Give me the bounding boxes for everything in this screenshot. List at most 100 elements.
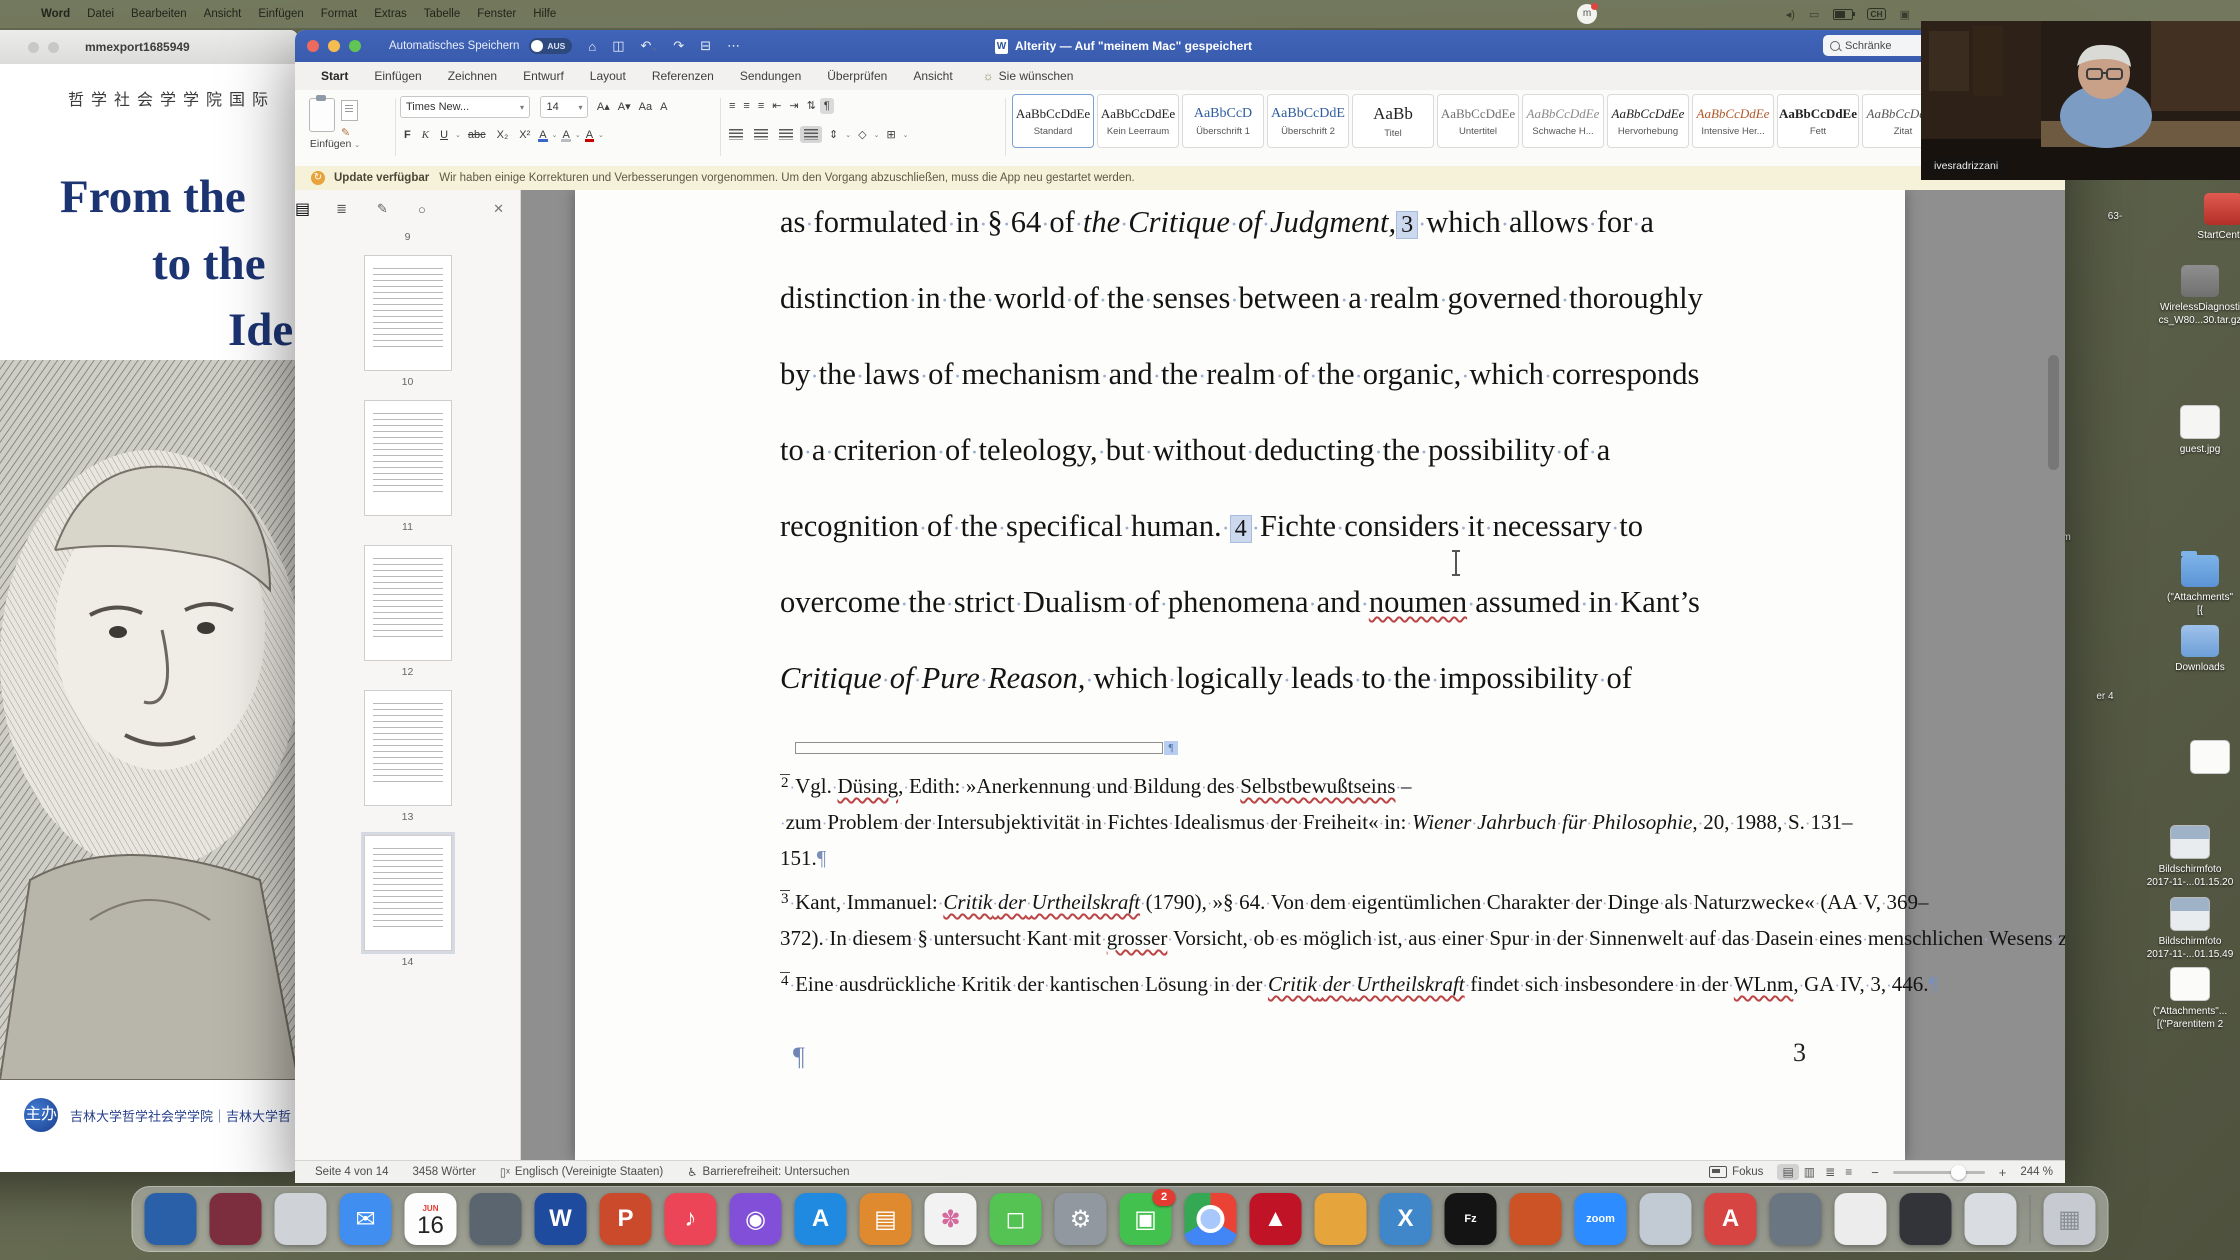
bold-button[interactable]: F (400, 127, 415, 143)
font-color-button[interactable]: A (584, 129, 595, 141)
desktop-icon-er-4[interactable]: er 4 (2050, 690, 2160, 703)
page-count-status[interactable]: Seite 4 von 14 (315, 1166, 389, 1178)
outline-view-button[interactable]: ≣ (1820, 1164, 1840, 1180)
tab-start[interactable]: Start (321, 69, 348, 83)
dock-app-app-amber[interactable] (1315, 1193, 1367, 1245)
dock-app-app-slate[interactable] (470, 1193, 522, 1245)
dock-app-acrobat[interactable]: ▲ (1250, 1193, 1302, 1245)
volume-icon[interactable]: ◂) (1786, 8, 1795, 21)
document-text-line[interactable]: Critique·of·Pure·Reason,·which·logically… (780, 640, 1815, 716)
document-text-line[interactable]: as·formulated·in·§·64·of·the·Critique·of… (780, 190, 1815, 260)
autosave-toggle[interactable]: AUS (529, 38, 572, 54)
menu-item-hilfe[interactable]: Hilfe (533, 8, 556, 20)
text-effects-button[interactable]: A (537, 129, 548, 141)
paragraph-tool[interactable]: ≡ (754, 98, 768, 114)
desktop-icon-downloads[interactable]: Downloads (2145, 625, 2240, 674)
paste-clipboard-icon[interactable] (309, 98, 335, 132)
zoom-in-button[interactable]: + (1999, 1165, 2007, 1180)
footnote[interactable]: 3·Kant,·Immanuel:·Critik·der·Urtheilskra… (780, 882, 1820, 957)
tab-sendungen[interactable]: Sendungen (740, 69, 801, 83)
input-source-badge[interactable]: CH (1867, 8, 1885, 20)
dock-app-app-ember[interactable] (1510, 1193, 1562, 1245)
style-kein-leerraum[interactable]: AaBbCcDdEeKein Leerraum (1097, 94, 1179, 148)
menu-item-format[interactable]: Format (321, 8, 357, 20)
document-text-line[interactable]: to·a·criterion·of·teleology,·but·without… (780, 412, 1815, 488)
style-hervorhebung[interactable]: AaBbCcDdEeHervorhebung (1607, 94, 1689, 148)
menu-item-bearbeiten[interactable]: Bearbeiten (131, 8, 187, 20)
dock-app-podcasts[interactable]: ◉ (730, 1193, 782, 1245)
dock-app-music[interactable]: ♪ (665, 1193, 717, 1245)
paragraph-tool[interactable]: ⇅ (803, 97, 820, 114)
dock-app-calendar[interactable]: JUN16 (405, 1193, 457, 1245)
menu-item-einfügen[interactable]: Einfügen (258, 8, 303, 20)
display-icon[interactable]: ▭ (1809, 8, 1819, 21)
font-size-dropdown[interactable]: 14▾ (540, 96, 588, 118)
dock-app-app-mist[interactable] (1640, 1193, 1692, 1245)
align-right-button[interactable] (775, 126, 797, 143)
dock-app-word[interactable]: W (535, 1193, 587, 1245)
tab-überprüfen[interactable]: Überprüfen (827, 69, 887, 83)
highlight-button[interactable]: A (560, 129, 571, 141)
font-tool[interactable]: A▴ (593, 98, 614, 115)
tell-me-help[interactable]: ☼ Sie wünschen (983, 69, 1074, 83)
menu-item-extras[interactable]: Extras (374, 8, 407, 20)
dock-app-mail[interactable]: ✉ (340, 1193, 392, 1245)
thumbnails-view-icon[interactable]: ▤ (295, 199, 310, 219)
paragraph-tool[interactable]: ⇤ (768, 97, 785, 114)
desktop-icon-bildschirmfoto[interactable]: Bildschirmfoto2017-11-...01.15.49 (2135, 897, 2240, 961)
undo-icon[interactable]: ↶⌄ (641, 38, 658, 54)
dock-app-app-silver[interactable] (275, 1193, 327, 1245)
superscript-button[interactable]: X² (515, 127, 534, 143)
align-center-button[interactable] (750, 126, 772, 143)
fullscreen-button[interactable] (349, 40, 361, 52)
dock-app-zoom[interactable]: zoom (1575, 1193, 1627, 1245)
document-text-line[interactable]: distinction·in·the·world·of·the·senses·b… (780, 260, 1815, 336)
print-icon[interactable]: ⊟ (700, 38, 711, 54)
underline-caret[interactable]: ⌄ (455, 131, 461, 139)
dock-app-app-coal[interactable] (1900, 1193, 1952, 1245)
redo-icon[interactable]: ↷ (673, 38, 684, 54)
italic-button[interactable]: K (418, 127, 433, 143)
document-page[interactable]: as·formulated·in·§·64·of·the·Critique·of… (575, 190, 1905, 1160)
underline-button[interactable]: U (436, 127, 452, 143)
zoom-out-button[interactable]: − (1871, 1165, 1879, 1180)
language-status[interactable]: ▯ˣ Englisch (Vereinigte Staaten) (500, 1165, 663, 1179)
paste-button[interactable]: Einfügen ⌄ (305, 138, 365, 150)
dock-app-app-pearl[interactable] (1965, 1193, 2017, 1245)
document-canvas[interactable]: as·formulated·in·§·64·of·the·Critique·of… (520, 190, 2065, 1160)
background-window[interactable]: mmexport1685949 哲学社会学学院国际 From the to th… (0, 30, 298, 1172)
style-untertitel[interactable]: AaBbCcDdEeUntertitel (1437, 94, 1519, 148)
tab-entwurf[interactable]: Entwurf (523, 69, 564, 83)
menu-item-tabelle[interactable]: Tabelle (424, 8, 460, 20)
tab-layout[interactable]: Layout (590, 69, 626, 83)
dock-app-powerpoint[interactable]: P (600, 1193, 652, 1245)
paragraph-tool[interactable]: ≡ (725, 98, 739, 114)
zoom-slider[interactable] (1893, 1171, 1985, 1174)
desktop-icon--attachments-[interactable]: ("Attachments"...[("Parentitem 2 (2135, 967, 2240, 1031)
show-formatting-marks-button[interactable]: ¶ (820, 98, 834, 114)
menu-item-ansicht[interactable]: Ansicht (204, 8, 242, 20)
menu-item-fenster[interactable]: Fenster (477, 8, 516, 20)
desktop-icon--attachments-[interactable]: ("Attachments"[{ (2145, 555, 2240, 617)
zoom-slider-knob[interactable] (1951, 1165, 1966, 1180)
footnote[interactable]: 4·Eine·ausdrückliche·Kritik·der·kantisch… (780, 964, 1820, 1003)
align-left-button[interactable] (725, 126, 747, 143)
tab-referenzen[interactable]: Referenzen (652, 69, 714, 83)
style-titel[interactable]: AaBbTitel (1352, 94, 1434, 148)
style-überschrift-1[interactable]: AaBbCcDÜberschrift 1 (1182, 94, 1264, 148)
style-intensive-her-[interactable]: AaBbCcDdEeIntensive Her... (1692, 94, 1774, 148)
style-schwache-h-[interactable]: AaBbCcDdEeSchwache H... (1522, 94, 1604, 148)
battery-icon[interactable] (1833, 9, 1853, 20)
desktop-icon-wirelessdiagnosti[interactable]: WirelessDiagnostics_W80...30.tar.gz (2145, 265, 2240, 327)
dock-app-calculator[interactable] (1835, 1193, 1887, 1245)
dock-app-app-steel[interactable] (1770, 1193, 1822, 1245)
justify-button[interactable] (800, 126, 822, 143)
dock-app-altstore[interactable]: A (1705, 1193, 1757, 1245)
shading-button[interactable]: ◇ (854, 126, 870, 143)
line-spacing-button[interactable]: ⇕ (825, 126, 842, 143)
home-icon[interactable]: ⌂ (588, 39, 596, 54)
menu-item-datei[interactable]: Datei (87, 8, 114, 20)
page-thumbnail-13[interactable]: 13 (295, 690, 520, 823)
document-text-line[interactable]: recognition·of·the·specifical·human.·4·F… (780, 488, 1815, 564)
dock-app-settings[interactable]: ⚙ (1055, 1193, 1107, 1245)
